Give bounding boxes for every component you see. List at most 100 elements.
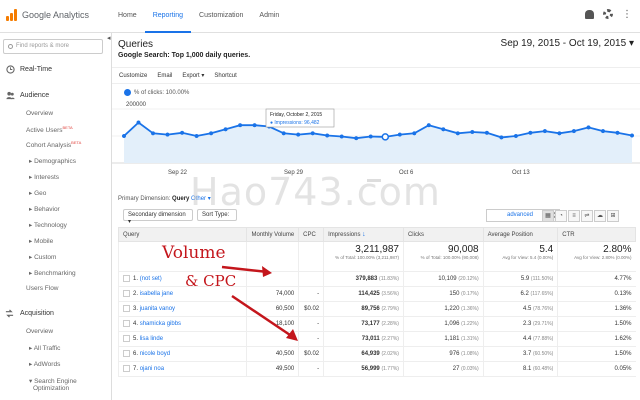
data-point[interactable]	[412, 131, 417, 136]
data-point[interactable]	[455, 131, 460, 136]
sidebar-item-interests[interactable]: ▸ Interests	[29, 173, 59, 181]
col-cpc[interactable]: CPC	[298, 227, 325, 242]
data-point[interactable]	[557, 131, 562, 136]
data-point[interactable]	[281, 131, 286, 136]
sidebar-item-audience[interactable]: Audience	[20, 92, 49, 99]
email-button[interactable]: Email	[157, 73, 172, 79]
collapse-sidebar-icon[interactable]: ◂	[107, 34, 111, 42]
data-point[interactable]	[499, 135, 504, 140]
sidebar-item-technology[interactable]: ▸ Technology	[29, 221, 67, 229]
data-point[interactable]	[368, 134, 373, 139]
data-point[interactable]	[615, 130, 620, 135]
pie-view-icon[interactable]: ◔	[555, 210, 567, 222]
term-cloud-icon[interactable]: ☁	[594, 210, 606, 222]
sidebar-item-seo[interactable]: ▾ Search Engine	[29, 377, 77, 385]
query-link[interactable]: nicole boyd	[140, 352, 170, 358]
query-link[interactable]: shamicka gibbs	[140, 322, 181, 328]
sidebar-item-all-traffic[interactable]: ▸ All Traffic	[29, 344, 60, 352]
nav-home[interactable]: Home	[110, 0, 145, 33]
col-ctr[interactable]: CTR	[557, 227, 636, 242]
nav-admin[interactable]: Admin	[251, 0, 287, 33]
data-point[interactable]	[600, 129, 606, 134]
sidebar-item-demographics[interactable]: ▸ Demographics	[29, 157, 76, 165]
data-point[interactable]	[381, 133, 390, 141]
col-monthly-volume[interactable]: Monthly Volume	[246, 227, 300, 242]
sidebar-item-benchmarking[interactable]: ▸ Benchmarking	[29, 269, 76, 277]
advanced-filter-link[interactable]: advanced	[507, 212, 533, 218]
row-checkbox[interactable]	[123, 335, 130, 343]
row-checkbox[interactable]	[123, 290, 130, 298]
sidebar-item-geo[interactable]: ▸ Geo	[29, 189, 46, 197]
data-point[interactable]	[513, 133, 518, 139]
query-link[interactable]: juanita vanoy	[140, 307, 175, 313]
nav-reporting[interactable]: Reporting	[144, 0, 192, 33]
data-point[interactable]	[484, 130, 489, 135]
data-point[interactable]	[238, 123, 243, 128]
sidebar-item-custom[interactable]: ▸ Custom	[29, 253, 56, 261]
dimension-query[interactable]: Query	[172, 196, 189, 202]
data-point[interactable]	[586, 125, 591, 130]
data-point[interactable]	[310, 131, 315, 136]
google-analytics-logo[interactable]: Google Analytics	[6, 9, 89, 21]
nav-customization[interactable]: Customization	[191, 0, 251, 33]
data-point[interactable]	[325, 133, 330, 138]
query-link[interactable]: ojani noa	[140, 367, 164, 373]
table-row[interactable]: 5. lisa linde -73,011 (2.27%) 1,181 (1.31%…	[117, 331, 636, 347]
col-query[interactable]: Query	[117, 227, 248, 242]
more-options-icon[interactable]: ⋮	[622, 9, 632, 19]
sidebar-item-realtime[interactable]: Real-Time	[20, 66, 52, 73]
date-range-picker[interactable]: Sep 19, 2015 - Oct 19, 2015 ▾	[501, 38, 634, 49]
row-checkbox[interactable]	[123, 350, 130, 358]
data-point[interactable]	[571, 129, 576, 134]
table-row[interactable]: 7. ojani noa 49,500-56,999 (1.77%) 27 (0.0…	[117, 361, 636, 377]
data-point[interactable]	[470, 129, 475, 135]
sidebar-item-mobile[interactable]: ▸ Mobile	[29, 237, 53, 245]
table-row[interactable]: 3. juanita vanoy 60,500 $0.02 89,756 (2.79%…	[117, 301, 636, 317]
data-point[interactable]	[180, 130, 185, 135]
performance-view-icon[interactable]: ≡	[568, 210, 580, 222]
data-point[interactable]	[441, 127, 446, 132]
data-point[interactable]	[426, 123, 431, 128]
sidebar-item-cohort-analysis[interactable]: Cohort AnalysisBETA	[26, 140, 81, 149]
export-button[interactable]: Export ▾	[182, 72, 204, 79]
table-view-icon[interactable]: ▦	[542, 210, 554, 222]
comparison-view-icon[interactable]: ⇌	[581, 210, 593, 222]
customize-button[interactable]: Customize	[119, 73, 147, 79]
data-point[interactable]	[339, 134, 344, 139]
data-point[interactable]	[296, 132, 301, 137]
sidebar-item-overview[interactable]: Overview	[26, 110, 53, 117]
sidebar-item-users-flow[interactable]: Users Flow	[26, 285, 59, 292]
col-average-position[interactable]: Average Position	[482, 227, 559, 242]
gear-icon[interactable]	[603, 9, 613, 19]
row-checkbox[interactable]	[123, 305, 130, 313]
data-point[interactable]	[209, 131, 214, 136]
data-point[interactable]	[136, 120, 141, 125]
row-checkbox[interactable]	[123, 320, 130, 328]
secondary-dimension-select[interactable]: Secondary dimension ▾	[123, 209, 193, 225]
data-point[interactable]	[165, 132, 170, 137]
query-link[interactable]: isabella jane	[140, 292, 173, 298]
data-point[interactable]	[397, 132, 402, 137]
table-row[interactable]: 6. nicole boyd 40,500 $0.02 64,939 (2.02%) 9…	[117, 346, 636, 362]
data-point[interactable]	[194, 133, 199, 139]
shortcut-button[interactable]: Shortcut	[214, 73, 236, 79]
data-point[interactable]	[252, 123, 257, 128]
query-link[interactable]: lisa linde	[140, 337, 163, 343]
data-point[interactable]	[629, 133, 635, 138]
data-point[interactable]	[528, 130, 533, 135]
pivot-view-icon[interactable]: ⊞	[607, 210, 619, 222]
notifications-icon[interactable]	[585, 9, 594, 19]
sidebar-item-seo-optimization[interactable]: Optimization	[33, 385, 69, 392]
col-impressions[interactable]: Impressions ↓	[323, 227, 404, 242]
data-point[interactable]	[223, 127, 228, 132]
sidebar-item-active-users[interactable]: Active UsersBETA	[26, 125, 73, 134]
data-point[interactable]	[354, 136, 359, 141]
query-link[interactable]: (not set)	[140, 277, 162, 283]
sidebar-item-acq-overview[interactable]: Overview	[26, 328, 53, 335]
row-checkbox[interactable]	[123, 365, 130, 373]
data-point[interactable]	[542, 129, 547, 134]
table-row[interactable]: 4. shamicka gibbs 18,100-73,177 (2.28%) 1,…	[117, 316, 636, 332]
sidebar-item-acquisition[interactable]: Acquisition	[20, 310, 54, 317]
search-reports-input[interactable]: Find reports & more	[3, 39, 103, 54]
sidebar-item-behavior[interactable]: ▸ Behavior	[29, 205, 60, 213]
